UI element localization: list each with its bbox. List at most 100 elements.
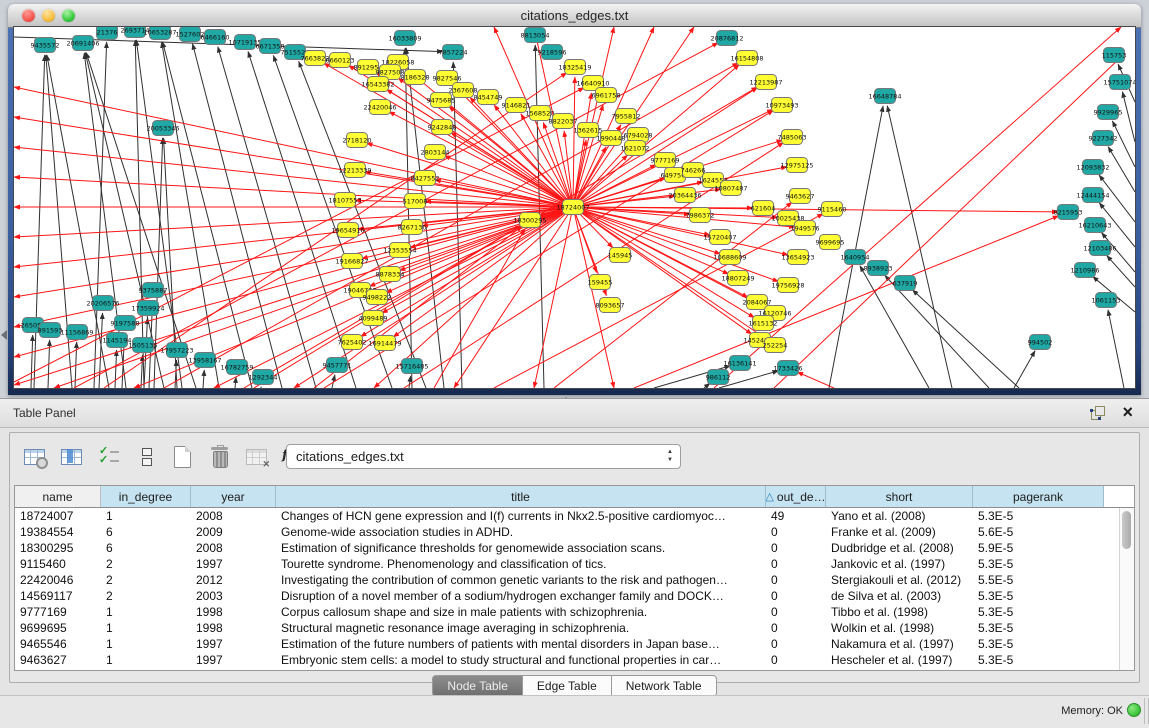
graph-node[interactable]: 9929965: [1094, 105, 1123, 120]
graph-node[interactable]: 9463627: [786, 189, 815, 204]
graph-node[interactable]: 12975125: [780, 158, 813, 173]
graph-node[interactable]: 159455: [588, 275, 613, 290]
graph-node[interactable]: 12093832: [1076, 160, 1109, 175]
graph-node[interactable]: 10653287: [143, 27, 176, 40]
graph-node[interactable]: 994502: [1028, 335, 1053, 350]
graph-node[interactable]: 9699695: [816, 235, 845, 250]
graph-node[interactable]: 9475685: [427, 93, 456, 108]
float-panel-icon[interactable]: [1091, 406, 1105, 420]
column-header-year[interactable]: year: [191, 486, 276, 507]
graph-node[interactable]: 9498222: [363, 290, 392, 305]
network-canvas[interactable]: 9435572206914062137626937141065328715276…: [14, 27, 1135, 388]
table-row[interactable]: 1456911722003Disruption of a novel membe…: [15, 588, 1134, 604]
graph-node[interactable]: 8878334: [376, 267, 405, 282]
delete-column-icon[interactable]: [207, 444, 233, 470]
graph-node[interactable]: 17359924: [131, 301, 164, 316]
graph-node[interactable]: 9115460: [818, 202, 847, 217]
graph-node[interactable]: 15716485: [395, 359, 428, 374]
graph-node[interactable]: 8267130: [398, 220, 427, 235]
graph-node[interactable]: 9375887: [139, 283, 168, 298]
table-row[interactable]: 969969511998Structural magnetic resonanc…: [15, 620, 1134, 636]
table-row[interactable]: 1830029562008Estimation of significance …: [15, 540, 1134, 556]
graph-node[interactable]: 1210986: [1071, 263, 1100, 278]
graph-node[interactable]: 115753: [1102, 48, 1127, 63]
graph-node[interactable]: 1292344: [249, 370, 278, 385]
tab-network-table[interactable]: Network Table: [612, 675, 717, 697]
tab-edge-table[interactable]: Edge Table: [523, 675, 612, 697]
table-row[interactable]: 911546021997Tourette syndrome. Phenomeno…: [15, 556, 1134, 572]
graph-node[interactable]: 16154808: [730, 51, 763, 66]
graph-node[interactable]: 7625402: [338, 335, 367, 350]
graph-node[interactable]: 9777169: [651, 153, 680, 168]
graph-node[interactable]: 891593: [38, 323, 63, 338]
graph-node[interactable]: 252254: [763, 338, 788, 353]
graph-node[interactable]: 2718120: [343, 133, 372, 148]
graph-node[interactable]: 10688609: [713, 250, 746, 265]
graph-node[interactable]: 8215953: [1054, 205, 1083, 220]
graph-node[interactable]: 7485063: [778, 130, 807, 145]
graph-node[interactable]: 17957223: [160, 343, 193, 358]
table-row[interactable]: 946362711997Embryonic stem cells: a mode…: [15, 652, 1134, 668]
graph-node[interactable]: 12103486: [1083, 241, 1116, 256]
column-edit-icon[interactable]: ✓✓: [96, 444, 122, 470]
graph-node[interactable]: 9435572: [31, 38, 60, 53]
scrollbar-thumb[interactable]: [1122, 511, 1131, 549]
graph-node[interactable]: 637919: [893, 276, 918, 291]
table-row[interactable]: 1938455462009Genome-wide association stu…: [15, 524, 1134, 540]
graph-node[interactable]: 9457771: [323, 358, 352, 373]
graph-node[interactable]: 16782759: [220, 360, 253, 375]
graph-node[interactable]: 8813054: [521, 28, 550, 43]
table-scrollbar[interactable]: [1119, 508, 1134, 670]
table-row[interactable]: 977716911998Corpus callosum shape and si…: [15, 604, 1134, 620]
show-columns-icon[interactable]: [59, 444, 85, 470]
graph-node[interactable]: 19756928: [771, 278, 804, 293]
graph-node[interactable]: 9227342: [1089, 131, 1118, 146]
table-row[interactable]: 946554611997Estimation of the future num…: [15, 636, 1134, 652]
graph-node[interactable]: 6466160: [201, 30, 230, 45]
graph-node[interactable]: 7857224: [439, 45, 468, 60]
table-mode-icon[interactable]: [133, 444, 159, 470]
column-header-short[interactable]: short: [826, 486, 973, 507]
memory-status-dot[interactable]: [1127, 703, 1141, 717]
column-header-title[interactable]: title: [276, 486, 766, 507]
graph-node[interactable]: 9218596: [538, 45, 567, 60]
tab-node-table[interactable]: Node Table: [432, 675, 523, 697]
graph-node[interactable]: 9242848: [428, 120, 457, 135]
graph-node[interactable]: 145945: [608, 248, 633, 263]
graph-node[interactable]: 1621072: [621, 141, 650, 156]
graph-node[interactable]: 12353554: [383, 243, 416, 258]
table-row[interactable]: 1872400712008Changes of HCN gene express…: [15, 508, 1134, 524]
graph-node[interactable]: 8093657: [596, 298, 625, 313]
column-header-pagerank[interactable]: pagerank: [973, 486, 1104, 507]
graph-node[interactable]: 1733426: [774, 361, 803, 376]
graph-node[interactable]: 21376: [97, 27, 118, 40]
graph-node[interactable]: 6961758: [592, 88, 621, 103]
graph-node[interactable]: 16136141: [723, 356, 756, 371]
window-titlebar[interactable]: citations_edges.txt: [8, 4, 1141, 28]
graph-node[interactable]: 621604: [751, 201, 776, 216]
graph-node[interactable]: 517008: [403, 194, 428, 209]
table-settings-icon[interactable]: [22, 444, 48, 470]
table-selector-dropdown[interactable]: citations_edges.txt ▲▼: [286, 444, 681, 469]
graph-node[interactable]: 1949576: [791, 221, 820, 236]
graph-node[interactable]: 986112: [706, 370, 731, 385]
graph-node[interactable]: 4099489: [359, 311, 388, 326]
graph-node[interactable]: 8938923: [864, 261, 893, 276]
graph-node[interactable]: 13958167: [188, 353, 221, 368]
graph-node[interactable]: 16210643: [1078, 218, 1111, 233]
graph-node[interactable]: 16648784: [868, 89, 901, 104]
graph-node[interactable]: 1145194: [103, 333, 132, 348]
graph-node[interactable]: 7986372: [686, 208, 715, 223]
graph-node[interactable]: 13654923: [781, 250, 814, 265]
table-row[interactable]: 2242004622012Investigating the contribut…: [15, 572, 1134, 588]
graph-node[interactable]: 12444154: [1076, 188, 1109, 203]
graph-node[interactable]: 746266: [681, 163, 706, 178]
graph-node[interactable]: 1990448: [597, 131, 626, 146]
graph-node[interactable]: 1505135: [129, 338, 158, 353]
graph-node[interactable]: 8454749: [474, 90, 503, 105]
graph-node[interactable]: 20364436: [668, 188, 701, 203]
graph-node[interactable]: 2803144: [421, 145, 450, 160]
node-table[interactable]: namein_degreeyeartitle△out_de…shortpager…: [14, 485, 1135, 671]
graph-node[interactable]: 1061153: [1092, 293, 1121, 308]
graph-node[interactable]: 16033809: [388, 31, 421, 46]
